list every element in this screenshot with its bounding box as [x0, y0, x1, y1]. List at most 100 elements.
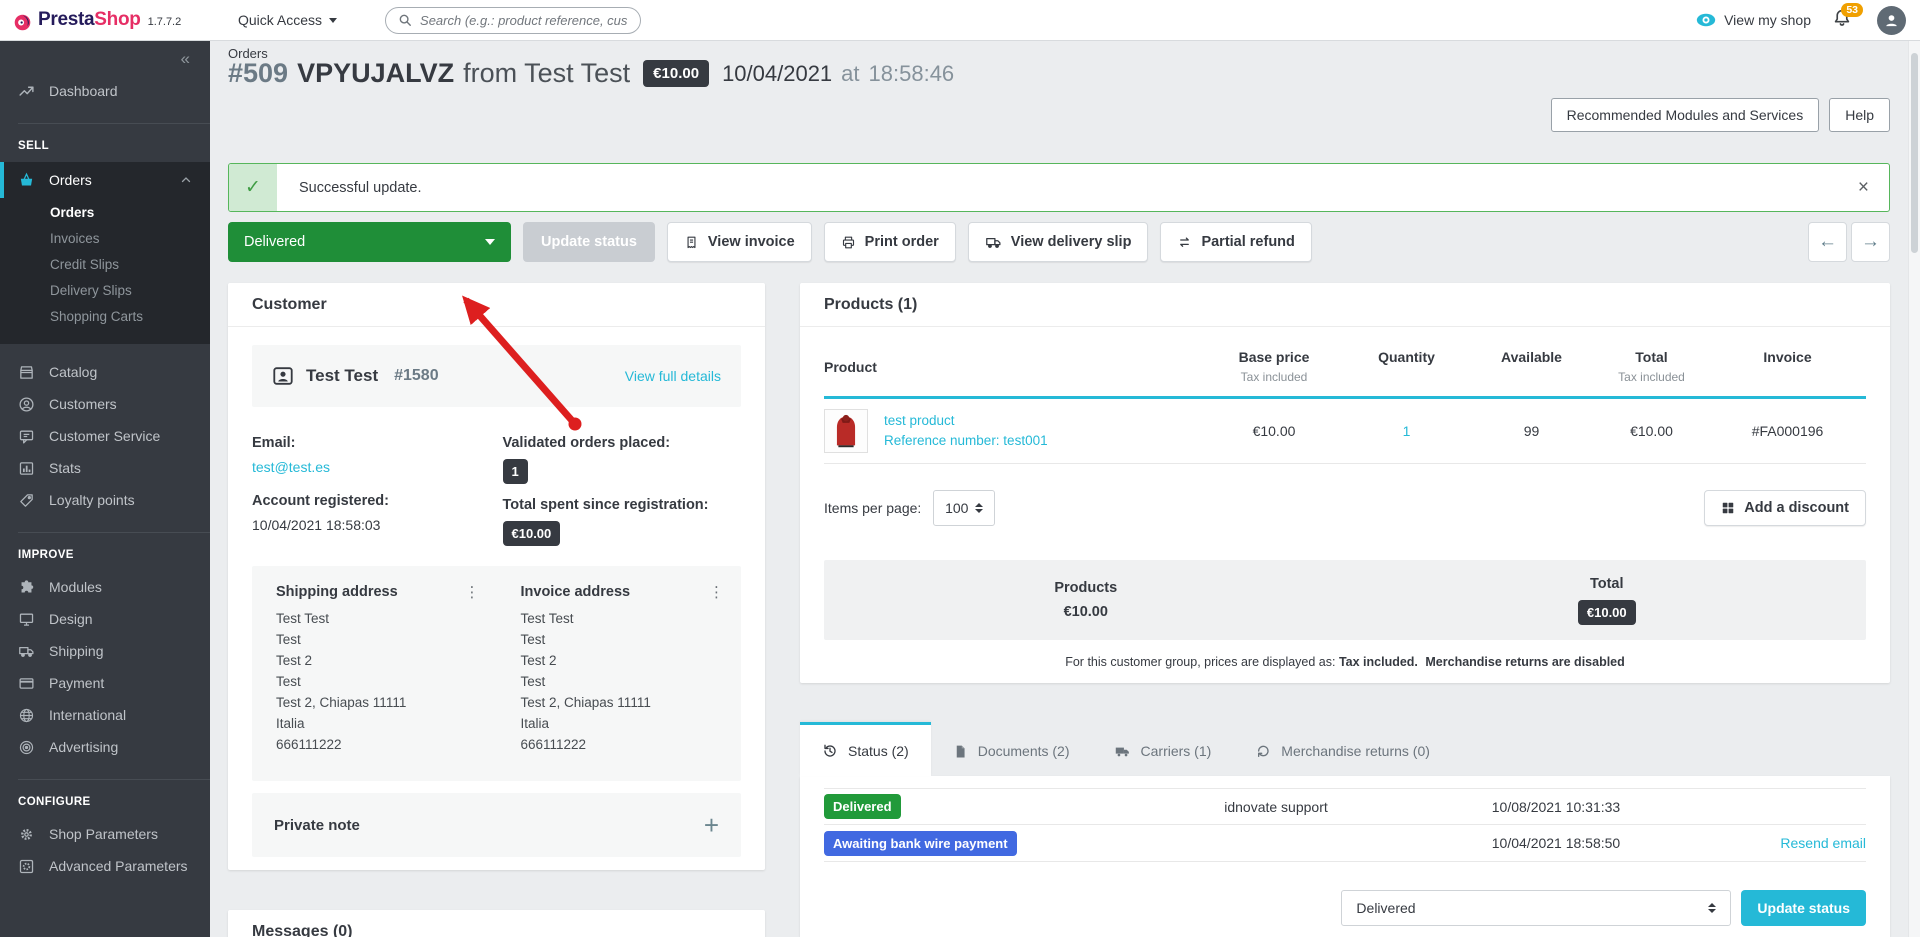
history-status-select[interactable]: Delivered [1341, 890, 1732, 926]
partial-refund-label: Partial refund [1201, 234, 1295, 250]
order-detail-page: PrestaShop 1.7.7.2 Quick Access View my … [0, 0, 1920, 937]
sidebar-item-stats[interactable]: Stats [0, 452, 210, 484]
address-line: Test 2, Chiapas 11111 [520, 695, 651, 710]
customer-email-link[interactable]: test@test.es [252, 459, 330, 475]
registered-date: 10/04/2021 18:58:03 [252, 517, 381, 533]
product-quantity: 1 [1402, 423, 1411, 439]
sidebar-item-design[interactable]: Design [0, 603, 210, 635]
top-bar: PrestaShop 1.7.7.2 Quick Access View my … [0, 0, 1920, 41]
kebab-menu-icon[interactable]: ⋮ [709, 584, 725, 601]
items-per-page-select[interactable]: 100 [933, 490, 996, 526]
sidebar-subitem-delivery-slips[interactable]: Delivery Slips [0, 278, 210, 304]
sidebar-item-dashboard[interactable]: Dashboard [0, 75, 210, 107]
sidebar-section-configure: CONFIGURE [18, 796, 91, 808]
add-discount-label: Add a discount [1744, 500, 1849, 516]
notifications-button[interactable]: 53 [1831, 3, 1863, 33]
add-note-button[interactable]: + [704, 812, 719, 838]
tab-documents[interactable]: Documents (2) [931, 726, 1092, 776]
sidebar-item-customer-service[interactable]: Customer Service [0, 420, 210, 452]
credit-card-icon [18, 675, 35, 692]
search-input[interactable] [420, 12, 629, 28]
resend-email-link[interactable]: Resend email [1780, 835, 1866, 851]
private-note-title: Private note [274, 816, 360, 834]
monitor-icon [18, 611, 35, 628]
view-invoice-button[interactable]: View invoice [666, 222, 812, 262]
sidebar-section-improve: IMPROVE [18, 549, 74, 561]
add-discount-button[interactable]: Add a discount [1704, 490, 1866, 526]
update-status-button[interactable]: Update status [523, 222, 655, 262]
sidebar-subitem-credit-slips[interactable]: Credit Slips [0, 252, 210, 278]
history-update-status-button[interactable]: Update status [1741, 890, 1866, 926]
sidebar-item-shipping[interactable]: Shipping [0, 635, 210, 667]
sidebar-item-customers[interactable]: Customers [0, 388, 210, 420]
sidebar-item-label: Shipping [49, 643, 104, 659]
sidebar-item-modules[interactable]: Modules [0, 571, 210, 603]
search-icon [398, 13, 412, 27]
partial-refund-button[interactable]: Partial refund [1160, 222, 1312, 262]
view-my-shop-link[interactable]: View my shop [1696, 12, 1811, 28]
print-order-button[interactable]: Print order [823, 222, 956, 262]
status-date: 10/04/2021 18:58:50 [1491, 835, 1621, 851]
sidebar-item-label: Advertising [49, 739, 119, 755]
tax-footnote: For this customer group, prices are disp… [800, 655, 1890, 669]
status-badge: Awaiting bank wire payment [824, 830, 1017, 856]
private-note-block: Private note + [252, 793, 741, 857]
tab-status[interactable]: Status (2) [800, 722, 931, 776]
prestashop-logo[interactable]: PrestaShop 1.7.7.2 [0, 9, 216, 31]
bar-chart-icon [18, 460, 35, 477]
gear-icon [18, 826, 35, 843]
product-reference-link[interactable]: Reference number: test001 [884, 433, 1048, 448]
recommended-modules-button[interactable]: Recommended Modules and Services [1550, 98, 1820, 132]
sidebar-subitem-orders[interactable]: Orders [0, 200, 210, 226]
view-full-details-link[interactable]: View full details [625, 368, 721, 384]
sidebar-item-label: Modules [49, 579, 102, 595]
sidebar-item-label: International [49, 707, 127, 723]
order-reference: VPYUJALVZ [297, 58, 455, 88]
tab-carriers[interactable]: Carriers (1) [1092, 726, 1234, 776]
sidebar-subitem-shopping-carts[interactable]: Shopping Carts [0, 304, 210, 330]
address-line: 666111222 [276, 737, 342, 752]
sidebar-item-advanced-parameters[interactable]: Advanced Parameters [0, 850, 210, 882]
notifications-badge: 53 [1841, 3, 1863, 17]
sidebar-item-catalog[interactable]: Catalog [0, 356, 210, 388]
tab-merchandise-returns[interactable]: Merchandise returns (0) [1233, 726, 1452, 776]
sidebar-item-label: Design [49, 611, 93, 627]
product-name-link[interactable]: test product [884, 413, 955, 428]
sidebar-item-shop-parameters[interactable]: Shop Parameters [0, 818, 210, 850]
close-icon[interactable]: × [1838, 164, 1889, 211]
scrollbar-thumb[interactable] [1911, 53, 1918, 253]
user-avatar[interactable] [1877, 5, 1906, 35]
previous-order-button[interactable]: ← [1808, 222, 1847, 262]
view-delivery-slip-button[interactable]: View delivery slip [967, 222, 1149, 262]
sidebar-section-sell: SELL [18, 140, 49, 152]
sidebar-item-international[interactable]: International [0, 699, 210, 731]
sidebar-item-orders[interactable]: Orders [0, 162, 210, 198]
help-button[interactable]: Help [1829, 98, 1890, 132]
next-order-button[interactable]: → [1851, 222, 1890, 262]
sidebar-collapse-button[interactable]: « [0, 41, 210, 69]
sidebar-item-label: Catalog [49, 364, 98, 380]
quick-access-menu[interactable]: Quick Access [238, 12, 338, 28]
store-icon [18, 364, 35, 381]
product-available: 99 [1523, 423, 1540, 439]
page-scrollbar[interactable] [1908, 41, 1920, 937]
kebab-menu-icon[interactable]: ⋮ [465, 584, 481, 601]
column-quantity: Quantity [1378, 349, 1435, 365]
sidebar-item-payment[interactable]: Payment [0, 667, 210, 699]
order-status-select[interactable]: Delivered [228, 222, 511, 262]
prestashop-squirrel-icon [14, 14, 31, 31]
sidebar-item-advertising[interactable]: Advertising [0, 731, 210, 763]
total-spent-label: Total spent since registration: [502, 497, 709, 513]
invoice-address-title: Invoice address [520, 584, 631, 600]
view-my-shop-label: View my shop [1724, 12, 1811, 28]
sidebar-subitem-invoices[interactable]: Invoices [0, 226, 210, 252]
customer-id: #1580 [394, 367, 439, 384]
order-date: 10/04/2021 [722, 60, 833, 86]
sidebar-item-loyalty-points[interactable]: Loyalty points [0, 484, 210, 516]
validated-orders-badge: 1 [502, 459, 528, 484]
select-arrows-icon [975, 503, 984, 513]
chat-bubble-icon [18, 428, 35, 445]
status-history-panel: Delivered idnovate support 10/08/2021 10… [800, 776, 1890, 937]
address-line: Test 2 [520, 653, 557, 668]
basket-icon [18, 172, 35, 189]
